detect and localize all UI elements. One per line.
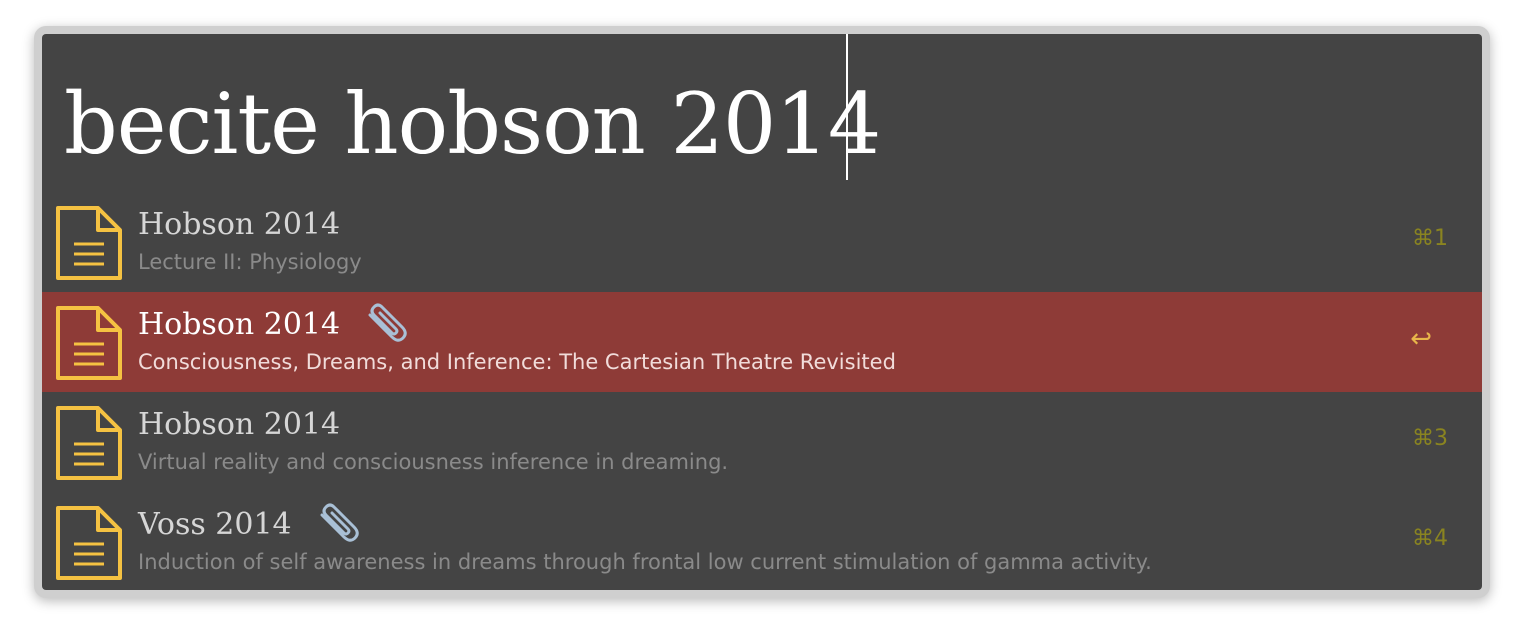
return-key-hint: ↩ — [1410, 324, 1432, 354]
launcher-panel: becite hobson 2014 Hobson 2014 Lecture I… — [42, 34, 1482, 590]
document-icon — [56, 306, 122, 380]
result-subtitle: Induction of self awareness in dreams th… — [138, 550, 1152, 574]
result-subtitle: Virtual reality and consciousness infere… — [138, 450, 729, 474]
result-item-selected[interactable]: Hobson 2014 Consciousness, Dreams, and I… — [42, 292, 1482, 392]
result-title: Hobson 2014 — [138, 206, 341, 242]
search-input[interactable]: becite hobson 2014 — [64, 64, 881, 184]
result-title-line: Voss 2014 — [138, 502, 362, 546]
search-bar[interactable]: becite hobson 2014 — [42, 34, 1482, 194]
result-title: Voss 2014 — [138, 506, 292, 542]
shortcut-hint: ⌘4 — [1412, 526, 1448, 551]
paperclip-icon — [368, 303, 407, 342]
result-item[interactable]: Hobson 2014 Virtual reality and consciou… — [42, 392, 1482, 492]
result-subtitle: Lecture II: Physiology — [138, 250, 362, 274]
shortcut-hint: ⌘3 — [1412, 426, 1448, 451]
result-item[interactable]: Voss 2014 Induction of self awareness in… — [42, 492, 1482, 590]
launcher-window: becite hobson 2014 Hobson 2014 Lecture I… — [34, 26, 1490, 598]
result-title: Hobson 2014 — [138, 406, 341, 442]
document-icon — [56, 206, 122, 280]
document-icon — [56, 406, 122, 480]
result-title: Hobson 2014 — [138, 306, 341, 342]
result-title-line: Hobson 2014 — [138, 402, 340, 446]
result-title-line: Hobson 2014 — [138, 302, 410, 346]
result-subtitle: Consciousness, Dreams, and Inference: Th… — [138, 350, 896, 374]
results-list: Hobson 2014 Lecture II: Physiology ⌘1 Ho… — [42, 192, 1482, 590]
result-item[interactable]: Hobson 2014 Lecture II: Physiology ⌘1 — [42, 192, 1482, 292]
document-icon — [56, 506, 122, 580]
shortcut-hint: ⌘1 — [1412, 226, 1448, 251]
text-cursor — [846, 34, 848, 180]
paperclip-icon — [320, 503, 359, 542]
result-title-line: Hobson 2014 — [138, 202, 340, 246]
